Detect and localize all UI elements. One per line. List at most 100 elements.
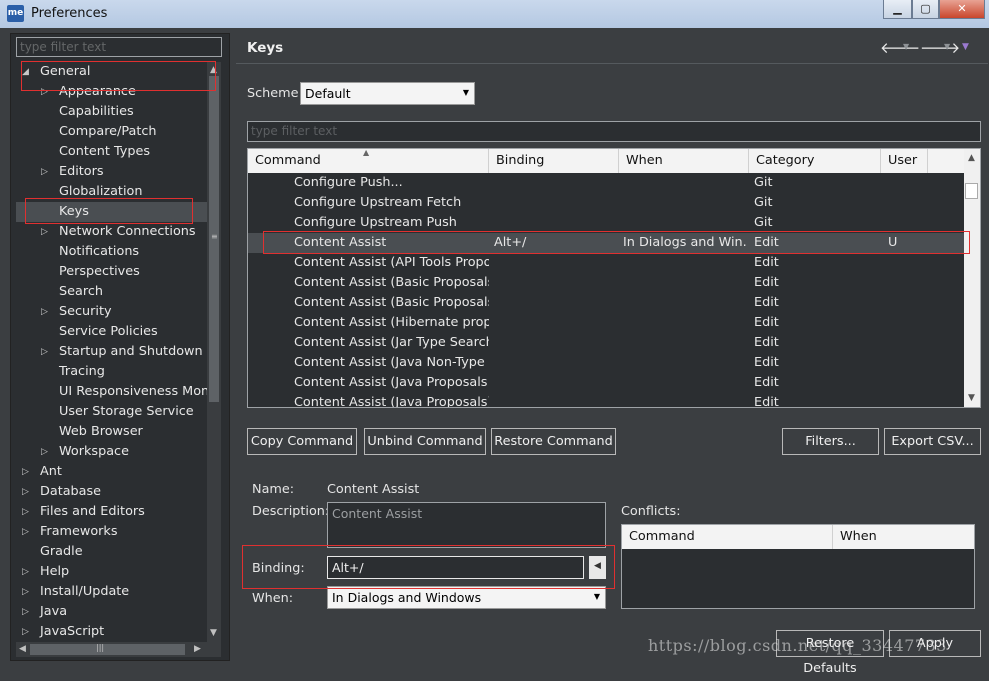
scheme-select[interactable]: Default ▼ <box>300 82 475 105</box>
tree-item[interactable]: ▷ Install/Update <box>16 582 207 602</box>
tree-item-label: Frameworks <box>40 524 118 539</box>
expand-triangle-icon[interactable]: ▷ <box>22 522 29 542</box>
keys-filter-input[interactable]: type filter text <box>247 121 981 142</box>
keys-scroll-thumb[interactable] <box>965 183 978 199</box>
expand-triangle-icon[interactable]: ▷ <box>41 342 48 362</box>
expand-triangle-icon[interactable]: ▷ <box>22 562 29 582</box>
tree-item-label: Files and Editors <box>40 504 145 519</box>
tree-item[interactable]: User Storage Service <box>16 402 207 422</box>
tree-item[interactable]: Search <box>16 282 207 302</box>
cell-category: Edit <box>754 255 779 270</box>
copy-command-button[interactable]: Copy Command <box>247 428 357 455</box>
window-title: Preferences <box>31 6 108 21</box>
tree-item[interactable]: Tracing <box>16 362 207 382</box>
tree-item[interactable]: Service Policies <box>16 322 207 342</box>
column-header-user[interactable]: User <box>881 149 928 173</box>
table-row[interactable]: Content Assist (Basic Proposals) Edit <box>248 273 964 293</box>
tree-item[interactable]: ▷ Security <box>16 302 207 322</box>
scroll-down-icon[interactable]: ▼ <box>210 628 217 638</box>
table-row[interactable]: Content Assist (Basic Proposals) Edit <box>248 293 964 313</box>
expand-triangle-icon[interactable]: ▷ <box>22 602 29 622</box>
cell-category: Edit <box>754 395 779 408</box>
maximize-button[interactable]: ▢ <box>912 0 939 19</box>
table-row[interactable]: Configure Upstream Fetch Git <box>248 193 964 213</box>
expand-triangle-icon[interactable]: ▷ <box>22 462 29 482</box>
forward-menu-icon[interactable]: ▼ <box>944 42 950 51</box>
table-row[interactable]: Configure Push... Git <box>248 173 964 193</box>
table-row[interactable]: Configure Upstream Push Git <box>248 213 964 233</box>
cell-category: Git <box>754 175 773 190</box>
tree-item-label: Perspectives <box>59 264 140 279</box>
table-row[interactable]: Content Assist (Hibernate propos Edit <box>248 313 964 333</box>
export-csv-button[interactable]: Export CSV... <box>884 428 981 455</box>
restore-command-button[interactable]: Restore Command <box>491 428 616 455</box>
tree-item[interactable]: ▷ Java <box>16 602 207 622</box>
tree-item[interactable]: Web Browser <box>16 422 207 442</box>
scheme-label: Scheme: <box>247 86 303 101</box>
tree-item[interactable]: Notifications <box>16 242 207 262</box>
when-select[interactable]: In Dialogs and Windows ▼ <box>327 586 606 609</box>
tree-item-label: Content Types <box>59 144 151 159</box>
tree-item[interactable]: ▷ JavaScript <box>16 622 207 642</box>
tree-horizontal-scrollbar[interactable]: ◀ ||| ▶ <box>16 642 221 657</box>
expand-triangle-icon[interactable]: ▷ <box>22 582 29 602</box>
tree-item[interactable]: UI Responsiveness Monit <box>16 382 207 402</box>
scroll-left-icon[interactable]: ◀ <box>19 644 26 654</box>
tree-filter-input[interactable]: type filter text <box>16 37 222 57</box>
tree-hscroll-thumb[interactable] <box>30 644 185 655</box>
column-header-when[interactable]: When <box>619 149 749 173</box>
cell-command: Content Assist (Java Proposals (Ta <box>294 375 489 390</box>
table-row[interactable]: Content Assist (Java Proposals) Edit <box>248 393 964 408</box>
description-field[interactable]: Content Assist <box>327 502 606 548</box>
tree-item[interactable]: Perspectives <box>16 262 207 282</box>
tree-item[interactable]: Gradle <box>16 542 207 562</box>
tree-item-label: Help <box>40 564 70 579</box>
tree-item[interactable]: Capabilities <box>16 102 207 122</box>
minimize-button[interactable]: ▁ <box>883 0 912 19</box>
unbind-command-button[interactable]: Unbind Command <box>364 428 486 455</box>
tree-item[interactable]: ▷ Help <box>16 562 207 582</box>
tree-item[interactable]: ▷ Database <box>16 482 207 502</box>
conflicts-column-command[interactable]: Command <box>622 525 833 549</box>
column-header-category[interactable]: Category <box>749 149 881 173</box>
tree-item[interactable]: ▷ Startup and Shutdown <box>16 342 207 362</box>
back-arrow-icon[interactable]: 🡐 <box>880 38 920 57</box>
tree-item[interactable]: ▷ Files and Editors <box>16 502 207 522</box>
back-menu-icon[interactable]: ▼ <box>903 42 909 51</box>
tree-item[interactable]: ▷ Ant <box>16 462 207 482</box>
tree-item[interactable]: ▷ Network Connections <box>16 222 207 242</box>
conflicts-column-when[interactable]: When <box>833 525 974 549</box>
expand-triangle-icon[interactable]: ▷ <box>41 302 48 322</box>
cell-user <box>888 293 928 313</box>
tree-item[interactable]: Content Types <box>16 142 207 162</box>
column-header-binding[interactable]: Binding <box>489 149 619 173</box>
expand-triangle-icon[interactable]: ▷ <box>22 482 29 502</box>
scroll-up-icon[interactable]: ▲ <box>968 153 975 163</box>
table-row[interactable]: Content Assist (Jar Type Search) Edit <box>248 333 964 353</box>
tree-item[interactable]: ▷ Workspace <box>16 442 207 462</box>
expand-triangle-icon[interactable]: ▷ <box>22 622 29 642</box>
expand-triangle-icon[interactable]: ▷ <box>22 502 29 522</box>
cell-user <box>888 353 928 373</box>
cell-command: Content Assist (Jar Type Search) <box>294 335 489 350</box>
table-row[interactable]: Content Assist (Java Proposals (Ta Edit <box>248 373 964 393</box>
close-button[interactable]: ✕ <box>939 0 985 19</box>
expand-triangle-icon[interactable]: ▷ <box>41 162 48 182</box>
cell-binding <box>494 353 619 373</box>
expand-triangle-icon[interactable]: ▷ <box>41 442 48 462</box>
table-row[interactable]: Content Assist (API Tools Proposa Edit <box>248 253 964 273</box>
column-header-command[interactable]: Command ▲ <box>248 149 489 173</box>
tree-item[interactable]: Compare/Patch <box>16 122 207 142</box>
scroll-down-icon[interactable]: ▼ <box>968 393 975 403</box>
forward-arrow-icon[interactable]: 🡒 <box>920 38 960 57</box>
cell-binding <box>494 393 619 407</box>
table-row[interactable]: Content Assist (Java Non-Type Pr Edit <box>248 353 964 373</box>
view-menu-icon[interactable]: ▼ <box>962 42 969 52</box>
filters-button[interactable]: Filters... <box>782 428 879 455</box>
tree-vertical-scrollbar[interactable]: ▲ ≡ ▼ <box>207 62 221 642</box>
tree-item[interactable]: ▷ Frameworks <box>16 522 207 542</box>
keys-vertical-scrollbar[interactable]: ▲ ▼ <box>964 149 980 407</box>
tree-item[interactable]: ▷ Editors <box>16 162 207 182</box>
expand-triangle-icon[interactable]: ▷ <box>41 222 48 242</box>
scroll-right-icon[interactable]: ▶ <box>194 644 201 654</box>
